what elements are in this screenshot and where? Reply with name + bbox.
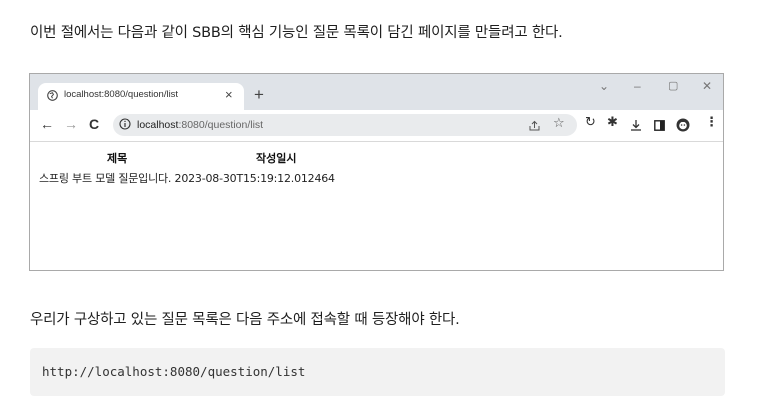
intro-paragraph: 이번 절에서는 다음과 같이 SBB의 핵심 기능인 질문 목록이 담긴 페이지…	[30, 25, 563, 41]
page-content: 제목 작성일시 스프링 부트 모델 질문입니다. 2023-08-30T15:1…	[30, 142, 723, 270]
code-url: http://localhost:8080/question/list	[42, 364, 306, 379]
share-icon[interactable]	[529, 120, 540, 131]
description-paragraph: 우리가 구상하고 있는 질문 목록은 다음 주소에 접속할 때 등장해야 한다.	[30, 312, 460, 328]
star-icon[interactable]: ☆	[553, 116, 565, 131]
refresh-icon[interactable]: ↻	[585, 116, 596, 130]
profile-icon[interactable]	[676, 118, 690, 132]
address-bar-row: ← → C localhost:8080/question/list ☆ ↻ ✱	[30, 110, 723, 142]
browser-tab[interactable]: localhost:8080/question/list ×	[38, 83, 244, 110]
extension-icon[interactable]: ✱	[607, 116, 618, 130]
info-icon[interactable]	[119, 118, 131, 130]
new-tab-button[interactable]: +	[254, 86, 264, 103]
url-path: :8080/question/list	[178, 119, 264, 131]
download-icon[interactable]	[630, 119, 642, 131]
table-row: 스프링 부트 모델 질문입니다. 2023-08-30T15:19:12.012…	[39, 172, 335, 185]
tab-title: localhost:8080/question/list	[64, 89, 179, 100]
chevron-down-icon[interactable]: ⌄	[599, 79, 609, 93]
menu-icon[interactable]: ⋮	[705, 116, 718, 130]
code-block: http://localhost:8080/question/list	[30, 348, 725, 396]
reload-icon[interactable]: C	[89, 117, 99, 131]
tab-strip: localhost:8080/question/list × + ⌄ – ▢ ✕	[30, 74, 723, 110]
back-icon[interactable]: ←	[40, 117, 54, 131]
address-field[interactable]: localhost:8080/question/list ☆	[113, 114, 577, 136]
sidepanel-icon[interactable]	[654, 120, 665, 131]
window-close-icon[interactable]: ✕	[702, 79, 712, 93]
close-icon[interactable]: ×	[225, 87, 233, 102]
column-header-date: 작성일시	[256, 152, 297, 165]
minimize-icon[interactable]: –	[634, 79, 641, 93]
forward-icon[interactable]: →	[64, 117, 78, 131]
column-header-title: 제목	[107, 152, 128, 165]
maximize-icon[interactable]: ▢	[668, 79, 678, 92]
url-text[interactable]: localhost:8080/question/list	[137, 119, 263, 131]
browser-screenshot: localhost:8080/question/list × + ⌄ – ▢ ✕…	[29, 73, 724, 271]
url-host: localhost	[137, 119, 179, 131]
globe-icon	[47, 90, 58, 101]
